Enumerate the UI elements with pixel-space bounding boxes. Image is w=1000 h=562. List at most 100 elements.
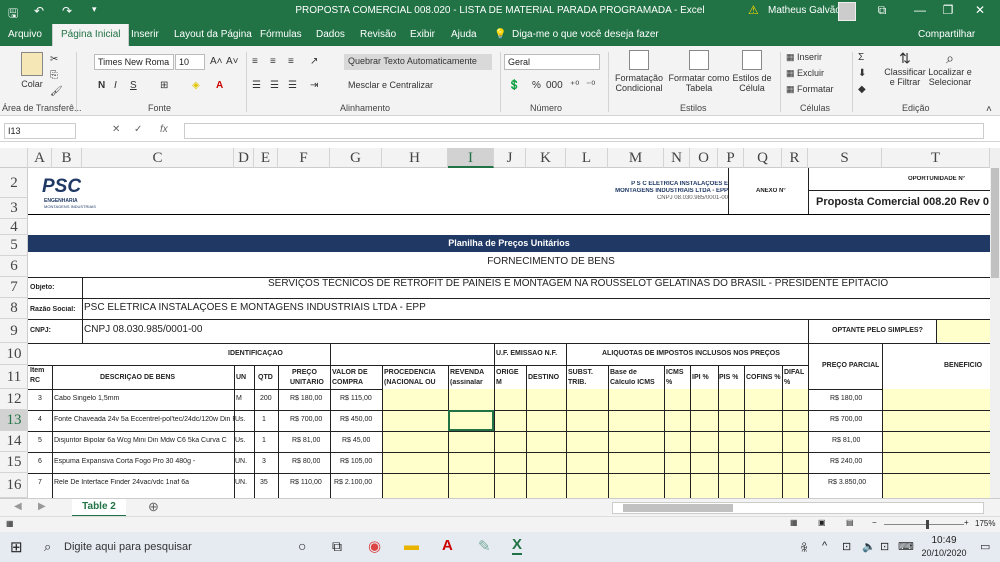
tray-chevron-icon[interactable]: ^ xyxy=(822,540,827,552)
add-sheet-icon[interactable]: ⊕ xyxy=(148,499,159,515)
row-header-7[interactable]: 7 xyxy=(0,277,28,298)
maximize-icon[interactable]: ❐ xyxy=(938,3,958,17)
row-header-14[interactable]: 14 xyxy=(0,431,28,452)
row-header-8[interactable]: 8 xyxy=(0,298,28,319)
warning-icon[interactable]: ⚠ xyxy=(748,3,759,17)
fill-color-icon[interactable]: ◈ xyxy=(192,80,200,91)
shrink-font-icon[interactable]: A˅ xyxy=(226,56,239,67)
thousands-button[interactable]: 000 xyxy=(546,80,563,91)
col-header-h[interactable]: H xyxy=(382,148,448,168)
people-icon[interactable]: ꆜ xyxy=(800,540,809,555)
number-format-select[interactable]: Geral xyxy=(504,54,600,70)
insert-cells-button[interactable]: ▦ Inserir xyxy=(786,52,822,63)
collapse-ribbon-icon[interactable]: ˄ xyxy=(986,104,992,115)
col-header-b[interactable]: B xyxy=(52,148,82,168)
volume-icon[interactable]: 🔈 xyxy=(862,540,876,553)
col-header-e[interactable]: E xyxy=(254,148,278,168)
row-header-3[interactable]: 3 xyxy=(0,198,28,219)
name-box[interactable]: I13 xyxy=(4,123,76,139)
paint-icon[interactable]: ✎ xyxy=(478,537,491,555)
sheet-tab-table-2[interactable]: Table 2 xyxy=(72,499,126,517)
align-top-icon[interactable]: ≡ xyxy=(252,56,258,67)
next-sheet-icon[interactable]: ▶ xyxy=(38,501,46,512)
tab-inserir[interactable]: Inserir xyxy=(131,29,159,40)
zoom-out-icon[interactable]: − xyxy=(872,518,877,527)
ribbon-display-icon[interactable]: ⧉ xyxy=(872,3,892,18)
zoom-slider-thumb[interactable] xyxy=(926,520,929,529)
cut-icon[interactable]: ✂ xyxy=(50,54,58,65)
cortana-icon[interactable]: ○ xyxy=(298,538,306,554)
col-header-g[interactable]: G xyxy=(330,148,382,168)
formula-input[interactable] xyxy=(184,123,984,139)
row-header-6[interactable]: 6 xyxy=(0,256,28,277)
tab-ajuda[interactable]: Ajuda xyxy=(451,29,477,40)
delete-cells-button[interactable]: ▦ Excluir xyxy=(786,68,824,79)
zoom-slider[interactable] xyxy=(884,524,964,525)
lightbulb-icon[interactable]: 💡 xyxy=(494,29,506,40)
page-break-icon[interactable]: ▤ xyxy=(846,518,854,527)
tab-arquivo[interactable]: Arquivo xyxy=(8,29,42,40)
tell-me-box[interactable]: Diga-me o que você deseja fazer xyxy=(512,29,659,40)
col-header-d[interactable]: D xyxy=(234,148,254,168)
horizontal-scrollbar[interactable] xyxy=(612,502,984,514)
merge-center-button[interactable]: Mesclar e Centralizar xyxy=(344,78,464,92)
vertical-scroll-thumb[interactable] xyxy=(991,168,999,278)
font-name-select[interactable]: Times New Roma xyxy=(94,54,174,70)
cell-styles-button[interactable]: Estilos de Célula xyxy=(730,50,774,93)
col-header-c[interactable]: C xyxy=(82,148,234,168)
col-header-j[interactable]: J xyxy=(494,148,526,168)
col-header-t[interactable]: T xyxy=(882,148,990,168)
bold-button[interactable]: N xyxy=(98,80,105,91)
taskbar-search[interactable]: Digite aqui para pesquisar xyxy=(64,541,192,553)
page-layout-icon[interactable]: ▣ xyxy=(818,518,826,527)
tab-formulas[interactable]: Fórmulas xyxy=(260,29,302,40)
italic-button[interactable]: I xyxy=(114,80,117,91)
col-header-f[interactable]: F xyxy=(278,148,330,168)
format-cells-button[interactable]: ▦ Formatar xyxy=(786,84,834,95)
cancel-icon[interactable]: ✕ xyxy=(112,124,120,135)
row-header-16[interactable]: 16 xyxy=(0,473,28,498)
col-header-k[interactable]: K xyxy=(526,148,566,168)
row-header-12[interactable]: 12 xyxy=(0,389,28,410)
search-icon[interactable]: ⌕ xyxy=(44,539,51,555)
share-button[interactable]: Compartilhar xyxy=(918,29,975,40)
fill-icon[interactable]: ⬇ xyxy=(858,68,866,79)
tab-revisao[interactable]: Revisão xyxy=(360,29,396,40)
tab-layout[interactable]: Layout da Página xyxy=(174,29,252,40)
wrap-text-button[interactable]: Quebrar Texto Automaticamente xyxy=(344,54,492,70)
tray-app-icon[interactable]: ⊡ xyxy=(842,540,851,553)
align-bottom-icon[interactable]: ≡ xyxy=(288,56,294,67)
row-header-11[interactable]: 11 xyxy=(0,365,28,389)
align-middle-icon[interactable]: ≡ xyxy=(270,56,276,67)
file-explorer-icon[interactable]: ▬ xyxy=(404,537,419,554)
col-header-n[interactable]: N xyxy=(664,148,690,168)
tab-exibir[interactable]: Exibir xyxy=(410,29,435,40)
row-header-15[interactable]: 15 xyxy=(0,452,28,473)
minimize-icon[interactable]: — xyxy=(910,3,930,17)
table-row[interactable]: 6 Espuma Expansiva Corta Fogo Pro 30 480… xyxy=(28,452,990,473)
row-header-4[interactable]: 4 xyxy=(0,219,28,235)
clock-date[interactable]: 20/10/2020 xyxy=(912,548,976,558)
orientation-icon[interactable]: ↗ xyxy=(310,56,318,67)
optante-simples-value[interactable] xyxy=(936,320,990,342)
windows-start-icon[interactable]: ⊞ xyxy=(10,538,23,556)
autosum-icon[interactable]: Σ xyxy=(858,52,864,63)
borders-icon[interactable]: ⊞ xyxy=(160,80,168,91)
row-header-9[interactable]: 9 xyxy=(0,319,28,343)
table-row[interactable]: 4 Fonte Chaveada 24v 5a Eccentrel-pol'te… xyxy=(28,410,990,431)
vertical-scrollbar[interactable] xyxy=(990,148,1000,498)
zoom-in-icon[interactable]: + xyxy=(964,518,969,527)
row-header-10[interactable]: 10 xyxy=(0,343,28,365)
align-left-icon[interactable]: ☰ xyxy=(252,80,261,91)
align-center-icon[interactable]: ☰ xyxy=(270,80,279,91)
row-header-5[interactable]: 5 xyxy=(0,235,28,256)
paste-button[interactable]: Colar xyxy=(14,52,50,89)
col-header-o[interactable]: O xyxy=(690,148,718,168)
enter-icon[interactable]: ✓ xyxy=(134,124,142,135)
align-right-icon[interactable]: ☰ xyxy=(288,80,297,91)
chrome-icon[interactable]: ◉ xyxy=(368,537,381,555)
row-header-2[interactable]: 2 xyxy=(0,168,28,198)
increase-decimal-icon[interactable]: ⁺⁰ xyxy=(570,80,579,91)
find-select-button[interactable]: ⌕ Localizar e Selecionar xyxy=(926,50,974,87)
clock-time[interactable]: 10:49 xyxy=(920,535,968,546)
